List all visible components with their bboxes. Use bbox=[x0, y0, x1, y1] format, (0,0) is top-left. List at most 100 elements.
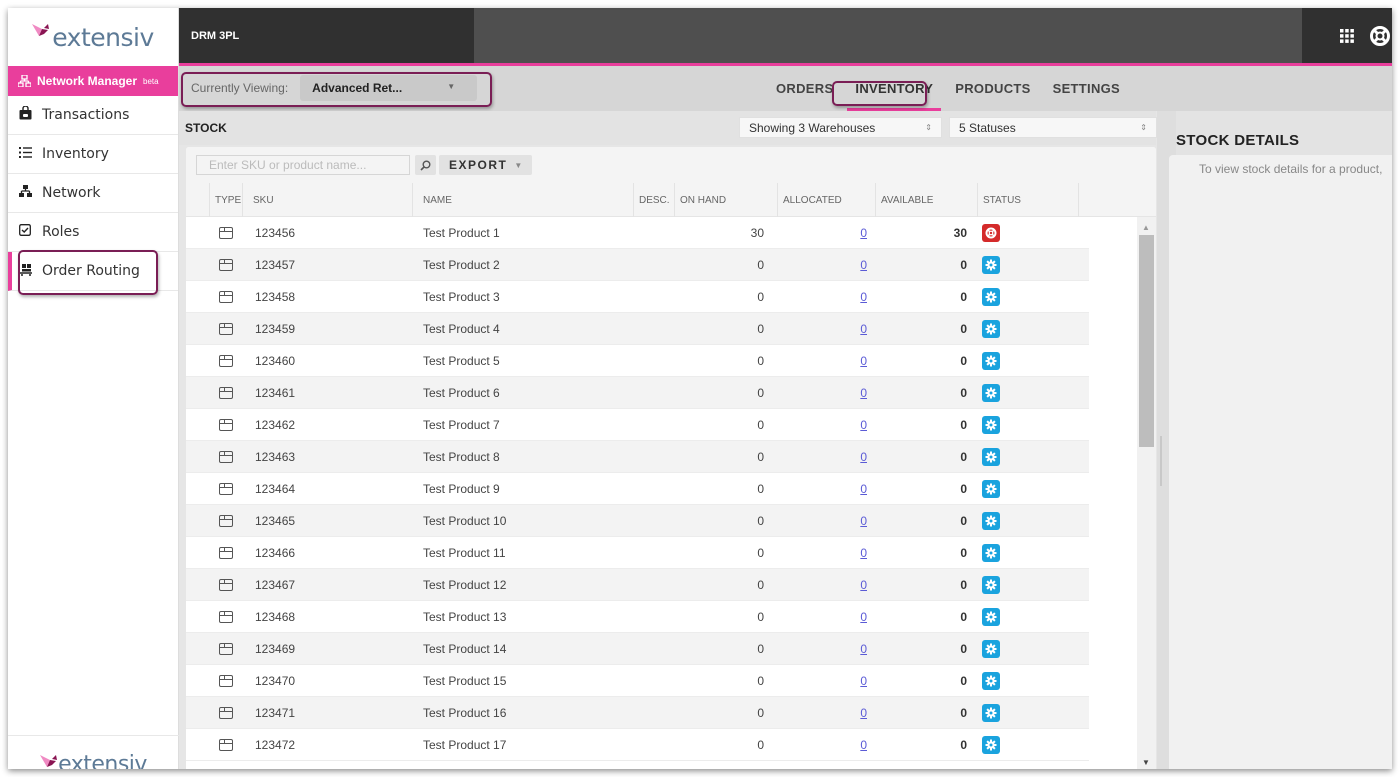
status-settings-icon[interactable] bbox=[982, 575, 1000, 594]
row-select-cell[interactable] bbox=[186, 281, 209, 313]
allocated-link[interactable]: 0 bbox=[860, 610, 867, 624]
row-select-cell[interactable] bbox=[186, 505, 209, 537]
tab-settings[interactable]: SETTINGS bbox=[1042, 66, 1131, 111]
customer-select[interactable]: Advanced Ret... ▼ bbox=[300, 75, 478, 101]
column-header-status[interactable]: STATUS bbox=[977, 183, 1078, 217]
row-select-cell[interactable] bbox=[186, 217, 209, 249]
status-settings-icon[interactable] bbox=[982, 255, 1000, 274]
column-header-type[interactable]: TYPE bbox=[209, 183, 242, 217]
scrollbar-thumb[interactable] bbox=[1139, 235, 1154, 447]
row-select-cell[interactable] bbox=[186, 665, 209, 697]
status-settings-icon[interactable] bbox=[982, 479, 1000, 498]
sidebar-item-transactions[interactable]: Transactions bbox=[8, 96, 178, 135]
table-row[interactable]: 123458 Test Product 3 0 0 0 bbox=[186, 281, 1089, 313]
status-settings-icon[interactable] bbox=[982, 639, 1000, 658]
status-settings-icon[interactable] bbox=[982, 703, 1000, 722]
table-scrollbar[interactable]: ▲ ▼ bbox=[1137, 217, 1156, 769]
warehouse-filter[interactable]: Showing 3 Warehouses ⇕ bbox=[739, 117, 942, 138]
sidebar-item-network[interactable]: Network bbox=[8, 174, 178, 213]
sidebar-item-roles[interactable]: Roles bbox=[8, 213, 178, 252]
tab-products[interactable]: PRODUCTS bbox=[944, 66, 1041, 111]
table-row[interactable]: 123466 Test Product 11 0 0 0 bbox=[186, 537, 1089, 569]
allocated-link[interactable]: 0 bbox=[860, 674, 867, 688]
allocated-link[interactable]: 0 bbox=[860, 322, 867, 336]
status-filter[interactable]: 5 Statuses ⇕ bbox=[949, 117, 1157, 138]
search-button[interactable] bbox=[415, 155, 436, 175]
table-row[interactable]: 123464 Test Product 9 0 0 0 bbox=[186, 473, 1089, 505]
table-row[interactable]: 123468 Test Product 13 0 0 0 bbox=[186, 601, 1089, 633]
allocated-link[interactable]: 0 bbox=[860, 226, 867, 240]
row-select-cell[interactable] bbox=[186, 313, 209, 345]
status-settings-icon[interactable] bbox=[982, 351, 1000, 370]
allocated-link[interactable]: 0 bbox=[860, 578, 867, 592]
allocated-link[interactable]: 0 bbox=[860, 514, 867, 528]
status-settings-icon[interactable] bbox=[982, 543, 1000, 562]
scroll-down-icon[interactable]: ▼ bbox=[1142, 758, 1150, 767]
status-settings-icon[interactable] bbox=[982, 287, 1000, 306]
column-header-desc[interactable]: DESC. bbox=[633, 183, 674, 217]
status-settings-icon[interactable] bbox=[982, 383, 1000, 402]
status-alert-icon[interactable] bbox=[982, 223, 1000, 242]
row-select-cell[interactable] bbox=[186, 249, 209, 281]
table-row[interactable]: 123463 Test Product 8 0 0 0 bbox=[186, 441, 1089, 473]
logo[interactable]: extensiv bbox=[8, 8, 178, 66]
status-settings-icon[interactable] bbox=[982, 607, 1000, 626]
row-select-cell[interactable] bbox=[186, 697, 209, 729]
status-settings-icon[interactable] bbox=[982, 319, 1000, 338]
sidebar-item-inventory[interactable]: Inventory bbox=[8, 135, 178, 174]
allocated-link[interactable]: 0 bbox=[860, 354, 867, 368]
allocated-link[interactable]: 0 bbox=[860, 546, 867, 560]
help-lifebuoy-icon[interactable] bbox=[1370, 25, 1390, 46]
sidebar-item-order-routing[interactable]: Order Routing bbox=[8, 252, 178, 291]
table-row[interactable]: 123461 Test Product 6 0 0 0 bbox=[186, 377, 1089, 409]
table-row[interactable]: 123469 Test Product 14 0 0 0 bbox=[186, 633, 1089, 665]
allocated-link[interactable]: 0 bbox=[860, 258, 867, 272]
table-row[interactable]: 123472 Test Product 17 0 0 0 bbox=[186, 729, 1089, 761]
table-row[interactable]: 123462 Test Product 7 0 0 0 bbox=[186, 409, 1089, 441]
row-select-cell[interactable] bbox=[186, 473, 209, 505]
status-settings-icon[interactable] bbox=[982, 671, 1000, 690]
splitter-grip[interactable] bbox=[1160, 436, 1162, 486]
network-manager-header[interactable]: Network Manager beta bbox=[8, 66, 178, 96]
table-row[interactable]: 123457 Test Product 2 0 0 0 bbox=[186, 249, 1089, 281]
tab-inventory[interactable]: INVENTORY bbox=[844, 66, 944, 111]
row-select-cell[interactable] bbox=[186, 633, 209, 665]
apps-grid-icon[interactable] bbox=[1340, 28, 1354, 43]
table-row[interactable]: 123467 Test Product 12 0 0 0 bbox=[186, 569, 1089, 601]
allocated-link[interactable]: 0 bbox=[860, 642, 867, 656]
status-settings-icon[interactable] bbox=[982, 735, 1000, 754]
column-header-available[interactable]: AVAILABLE bbox=[875, 183, 977, 217]
allocated-link[interactable]: 0 bbox=[860, 738, 867, 752]
allocated-link[interactable]: 0 bbox=[860, 482, 867, 496]
row-select-cell[interactable] bbox=[186, 729, 209, 761]
row-select-cell[interactable] bbox=[186, 601, 209, 633]
allocated-link[interactable]: 0 bbox=[860, 706, 867, 720]
scroll-up-icon[interactable]: ▲ bbox=[1142, 223, 1150, 232]
table-row[interactable]: 123471 Test Product 16 0 0 0 bbox=[186, 697, 1089, 729]
table-row[interactable]: 123465 Test Product 10 0 0 0 bbox=[186, 505, 1089, 537]
row-select-cell[interactable] bbox=[186, 537, 209, 569]
column-header-on-hand[interactable]: ON HAND bbox=[674, 183, 777, 217]
column-header-allocated[interactable]: ALLOCATED bbox=[777, 183, 875, 217]
allocated-link[interactable]: 0 bbox=[860, 418, 867, 432]
row-select-cell[interactable] bbox=[186, 409, 209, 441]
status-settings-icon[interactable] bbox=[982, 511, 1000, 530]
status-settings-icon[interactable] bbox=[982, 447, 1000, 466]
table-row[interactable]: 123459 Test Product 4 0 0 0 bbox=[186, 313, 1089, 345]
row-select-cell[interactable] bbox=[186, 377, 209, 409]
allocated-link[interactable]: 0 bbox=[860, 290, 867, 304]
row-select-cell[interactable] bbox=[186, 569, 209, 601]
table-row[interactable]: 123460 Test Product 5 0 0 0 bbox=[186, 345, 1089, 377]
allocated-link[interactable]: 0 bbox=[860, 386, 867, 400]
column-header-sku[interactable]: SKU bbox=[242, 183, 412, 217]
row-select-cell[interactable] bbox=[186, 345, 209, 377]
column-header-name[interactable]: NAME bbox=[412, 183, 633, 217]
table-row[interactable]: 123470 Test Product 15 0 0 0 bbox=[186, 665, 1089, 697]
export-button[interactable]: EXPORT ▼ bbox=[439, 155, 533, 175]
table-row[interactable]: 123456 Test Product 1 30 0 30 bbox=[186, 217, 1089, 249]
allocated-link[interactable]: 0 bbox=[860, 450, 867, 464]
status-settings-icon[interactable] bbox=[982, 415, 1000, 434]
sku-search-input[interactable] bbox=[196, 155, 410, 175]
tab-orders[interactable]: ORDERS bbox=[765, 66, 844, 111]
row-select-cell[interactable] bbox=[186, 441, 209, 473]
